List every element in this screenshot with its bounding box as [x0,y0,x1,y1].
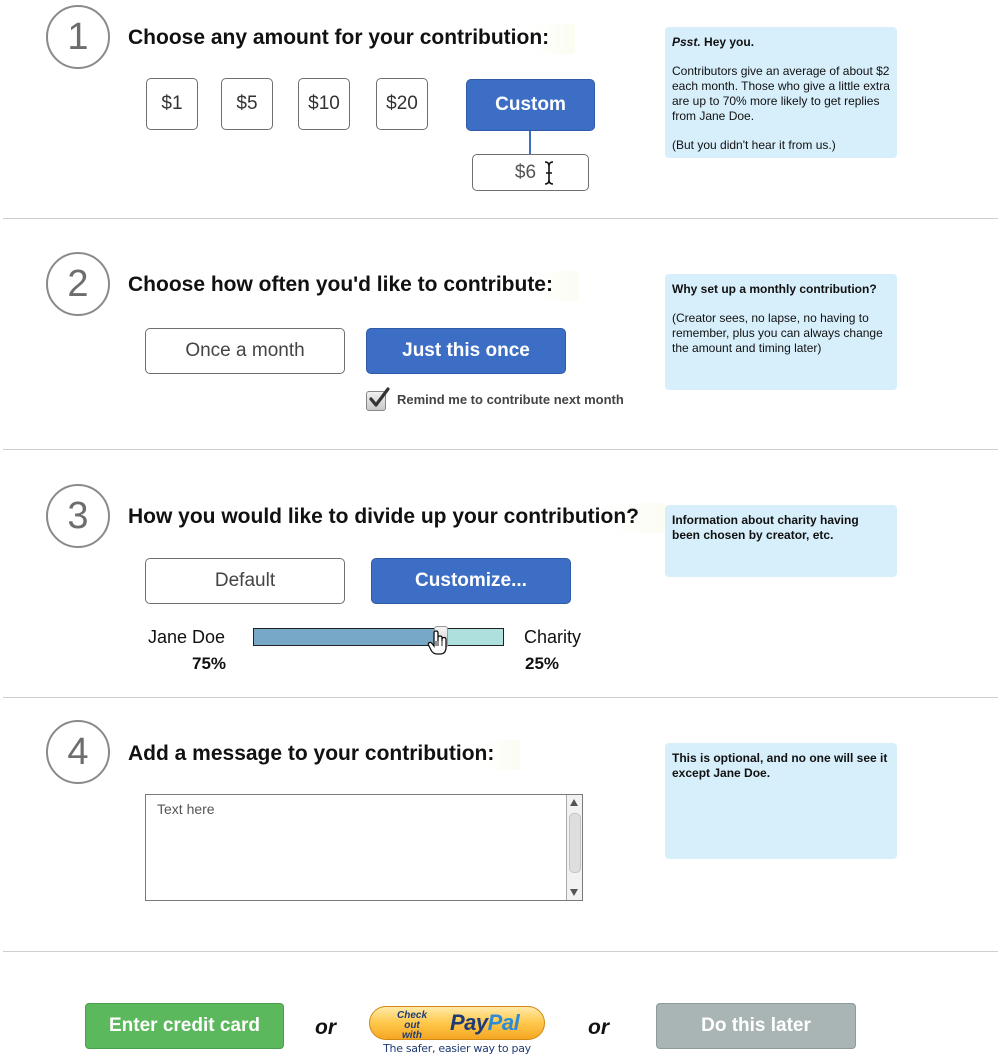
custom-amount-input[interactable]: $6 [472,154,589,191]
tip-note-lead-italic: Psst. [672,35,701,49]
step-3-heading: How you would like to divide up your con… [128,503,665,533]
tip-note-charity-title: Information about charity having been ch… [672,513,859,542]
text-cursor-icon [544,161,554,185]
tip-note-message: This is optional, and no one will see it… [665,743,897,859]
message-scroll-thumb[interactable] [569,813,581,873]
section-divider [3,449,998,450]
tip-note-charity: Information about charity having been ch… [665,505,897,577]
custom-amount-button[interactable]: Custom [466,79,595,131]
do-this-later-button[interactable]: Do this later [656,1003,856,1049]
tip-note-frequency: Why set up a monthly contribution? (Crea… [665,274,897,390]
amount-1-button[interactable]: $1 [146,78,198,130]
scroll-up-icon[interactable] [570,799,578,806]
step-1-heading: Choose any amount for your contribution: [128,24,576,54]
or-separator: or [588,1016,609,1039]
message-textarea[interactable]: Text here [145,794,583,901]
once-a-month-button[interactable]: Once a month [145,328,345,374]
paypal-pill: Check out with PayPal [369,1006,545,1041]
step-4-heading: Add a message to your contribution: [128,740,521,770]
step-4-number: 4 [46,720,110,784]
message-placeholder: Text here [157,801,215,817]
paypal-checkout-button[interactable]: Check out with PayPal The safer, easier w… [369,1006,546,1058]
customize-split-button[interactable]: Customize... [371,558,571,604]
step-1-number: 1 [46,5,110,69]
tip-note-message-title: This is optional, and no one will see it… [672,751,888,780]
charity-percent: 25% [525,654,560,673]
amount-5-button[interactable]: $5 [221,78,273,130]
recipient-percent: 75% [192,654,227,673]
amount-10-button[interactable]: $10 [298,78,350,130]
recipient-name: Jane Doe [148,627,226,647]
hand-pointer-icon [427,630,447,655]
tip-note-body: Contributors give an average of about $2… [672,64,890,123]
or-separator: or [315,1016,336,1039]
split-slider[interactable] [253,626,504,648]
scroll-down-icon[interactable] [570,889,578,896]
custom-amount-value: $6 [514,161,537,183]
section-divider [3,218,998,219]
just-this-once-button[interactable]: Just this once [366,328,566,374]
split-slider-fill [254,629,441,645]
step-3-number: 3 [46,484,110,548]
section-divider [3,951,998,952]
remind-label[interactable]: Remind me to contribute next month [397,392,624,407]
tip-note-lead: Hey you. [700,35,755,49]
tip-note-frequency-title: Why set up a monthly contribution? [672,282,877,296]
paypal-checkout-text: Check out with [396,1010,427,1041]
enter-credit-card-button[interactable]: Enter credit card [85,1003,284,1049]
paypal-tagline: The safer, easier way to pay [383,1042,531,1055]
custom-connector-line [529,131,531,155]
tip-note-aside: (But you didn't hear it from us.) [672,138,836,152]
default-split-button[interactable]: Default [145,558,345,604]
tip-note-amount: Psst. Hey you. Contributors give an aver… [665,27,897,158]
step-2-number: 2 [46,252,110,316]
charity-name: Charity [524,627,582,647]
section-divider [3,697,998,698]
checkmark-icon [369,387,390,407]
step-2-heading: Choose how often you'd like to contribut… [128,271,579,301]
amount-20-button[interactable]: $20 [376,78,428,130]
paypal-logo: PayPal [450,1010,520,1035]
tip-note-frequency-body: (Creator sees, no lapse, no having to re… [672,311,883,355]
remind-checkbox[interactable] [366,387,390,411]
message-scrollbar[interactable] [566,795,582,900]
